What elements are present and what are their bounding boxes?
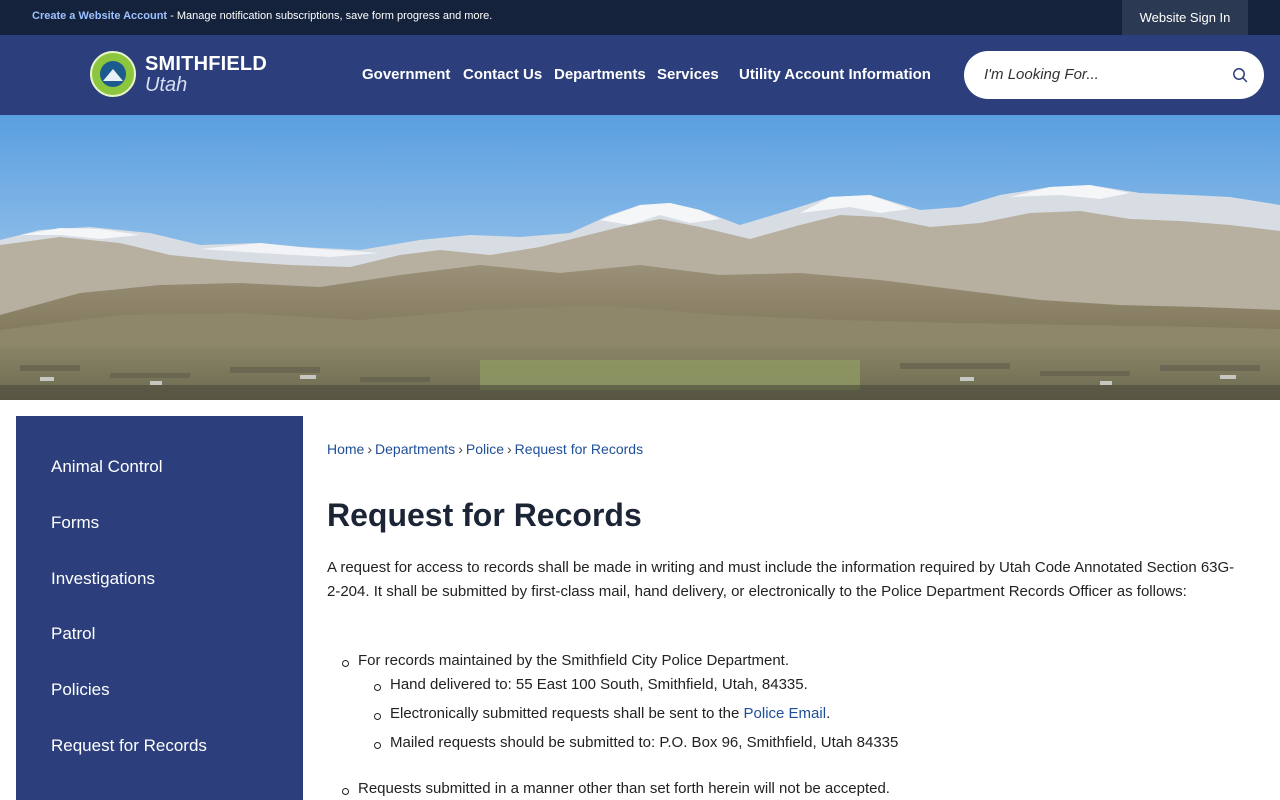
police-email-link[interactable]: Police Email <box>744 705 827 722</box>
search-input[interactable]: I'm Looking For... <box>984 66 1099 83</box>
list-item: For records maintained by the Smithfield… <box>341 652 790 669</box>
list-item: Electronically submitted requests shall … <box>373 705 831 722</box>
list-item: Requests submitted in a manner other tha… <box>342 780 890 797</box>
breadcrumb-request-for-records[interactable]: Request for Records <box>515 441 643 457</box>
account-notice-text: - Manage notification subscriptions, sav… <box>167 10 493 22</box>
logo-city-name: SMITHFIELD <box>145 52 267 75</box>
breadcrumb-home[interactable]: Home <box>327 441 364 457</box>
search-icon[interactable] <box>1232 67 1248 83</box>
breadcrumb-departments[interactable]: Departments <box>375 441 455 457</box>
list-item: Hand delivered to: 55 East 100 South, Sm… <box>374 676 808 693</box>
sidebar-item-investigations[interactable]: Investigations <box>51 569 155 589</box>
breadcrumb-separator: › <box>458 441 463 457</box>
hero-banner-image <box>0 115 1280 400</box>
nav-government[interactable]: Government <box>362 66 450 83</box>
sidebar-item-patrol[interactable]: Patrol <box>51 624 95 644</box>
nav-services[interactable]: Services <box>657 66 719 83</box>
utility-bar: Create a Website Account - Manage notifi… <box>0 0 1280 35</box>
account-notice: Create a Website Account - Manage notifi… <box>32 10 492 22</box>
nav-contact-us[interactable]: Contact Us <box>463 66 542 83</box>
breadcrumb-separator: › <box>507 441 512 457</box>
list-item: Mailed requests should be submitted to: … <box>373 734 899 751</box>
intro-paragraph: A request for access to records shall be… <box>327 559 1235 600</box>
search-box[interactable]: I'm Looking For... <box>964 51 1264 99</box>
list-item-text: Electronically submitted requests shall … <box>390 705 744 722</box>
nav-utility-account-information[interactable]: Utility Account Information <box>739 66 931 83</box>
website-sign-in-button[interactable]: Website Sign In <box>1122 0 1248 35</box>
list-item-text: . <box>826 705 831 722</box>
create-account-link[interactable]: Create a Website Account <box>32 10 167 22</box>
breadcrumb: Home › Departments › Police › Request for Reco… <box>327 441 643 457</box>
sidebar-item-forms[interactable]: Forms <box>51 513 99 533</box>
nav-departments[interactable]: Departments <box>554 66 646 83</box>
page-title: Request for Records <box>327 497 642 533</box>
sidebar-item-request-for-records[interactable]: Request for Records <box>51 736 207 756</box>
site-logo[interactable]: SMITHFIELD Utah <box>90 51 267 97</box>
site-header: SMITHFIELD Utah Government Contact Us De… <box>0 35 1280 115</box>
logo-state-name: Utah <box>145 73 188 96</box>
sidebar-item-animal-control[interactable]: Animal Control <box>51 457 163 477</box>
department-sidebar: Animal Control Forms Investigations Patr… <box>16 416 303 800</box>
city-seal-icon <box>90 51 136 97</box>
breadcrumb-separator: › <box>367 441 373 457</box>
breadcrumb-police[interactable]: Police <box>466 441 504 457</box>
sidebar-item-policies[interactable]: Policies <box>51 680 110 700</box>
